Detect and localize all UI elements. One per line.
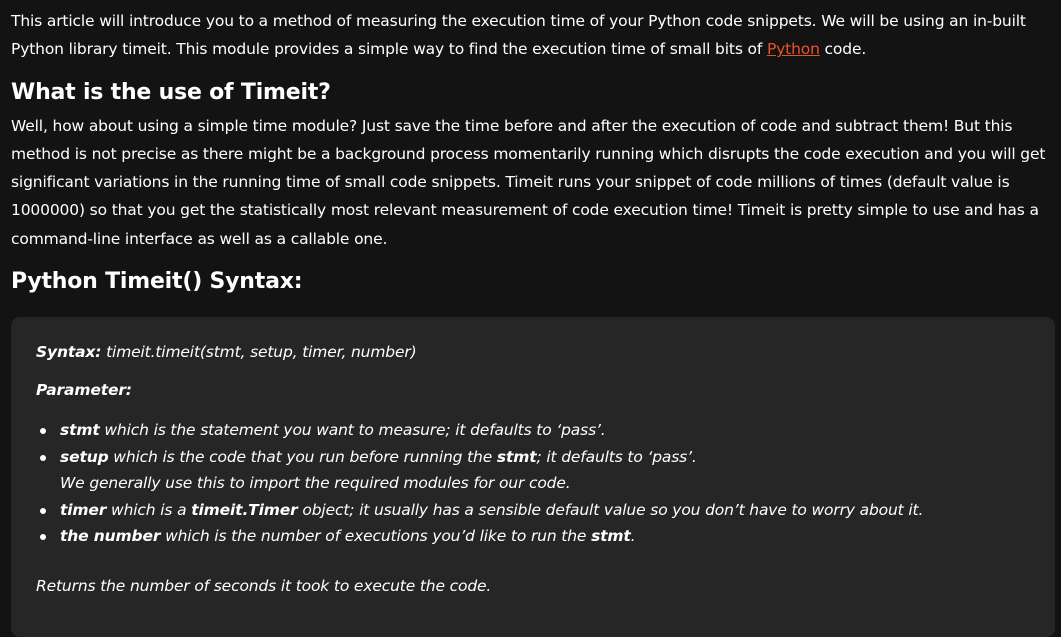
bullet-icon	[40, 454, 46, 461]
intro-text: This article will introduce you to a met…	[11, 12, 1026, 59]
section-heading-syntax: Python Timeit() Syntax:	[11, 269, 303, 295]
param-desc: which is the number of executions you’d …	[160, 527, 592, 545]
syntax-line: Syntax: timeit.timeit(stmt, setup, timer…	[36, 343, 417, 361]
param-name: timer	[60, 500, 107, 519]
param-desc: ; it defaults to ‘pass’.	[536, 447, 697, 466]
parameter-label: Parameter:	[36, 381, 132, 399]
param-desc: which is the code that you run before ru…	[108, 447, 497, 466]
param-desc-bold: stmt	[496, 447, 537, 466]
bullet-icon	[40, 507, 46, 514]
intro-text-end: code.	[819, 40, 867, 59]
section-heading-use: What is the use of Timeit?	[11, 79, 331, 105]
param-desc-line2: We generally use this to import the requ…	[60, 474, 571, 492]
syntax-label: Syntax:	[36, 343, 102, 361]
intro-paragraph: This article will introduce you to a met…	[11, 0, 1056, 64]
returns-text: Returns the number of seconds it took to…	[36, 577, 492, 595]
param-desc-bold: timeit.Timer	[191, 500, 298, 519]
python-link[interactable]: Python	[767, 40, 820, 58]
param-desc: .	[630, 527, 636, 545]
param-desc-bold: stmt	[591, 527, 631, 545]
bullet-icon	[40, 428, 46, 434]
list-item: timer which is a timeit.Timer object; it…	[36, 497, 923, 524]
param-name: stmt	[60, 421, 100, 439]
parameter-list: stmt which is the statement you want to …	[36, 417, 923, 550]
param-name: the number	[60, 527, 161, 545]
list-item: stmt which is the statement you want to …	[36, 417, 923, 444]
use-paragraph: Well, how about using a simple time modu…	[11, 116, 1046, 248]
syntax-value: timeit.timeit(stmt, setup, timer, number…	[101, 343, 417, 361]
article-body: This article will introduce you to a met…	[11, 0, 1056, 295]
param-desc: which is a	[106, 500, 192, 519]
param-name: setup	[60, 447, 109, 466]
param-desc: object; it usually has a sensible defaul…	[297, 500, 924, 519]
list-item: the number which is the number of execut…	[36, 523, 923, 550]
param-desc: which is the statement you want to measu…	[99, 421, 606, 439]
bullet-icon	[40, 534, 46, 540]
syntax-box: Syntax: timeit.timeit(stmt, setup, timer…	[11, 317, 1055, 637]
list-item: setup which is the code that you run bef…	[36, 444, 923, 497]
parameter-heading: Parameter:	[36, 381, 132, 399]
